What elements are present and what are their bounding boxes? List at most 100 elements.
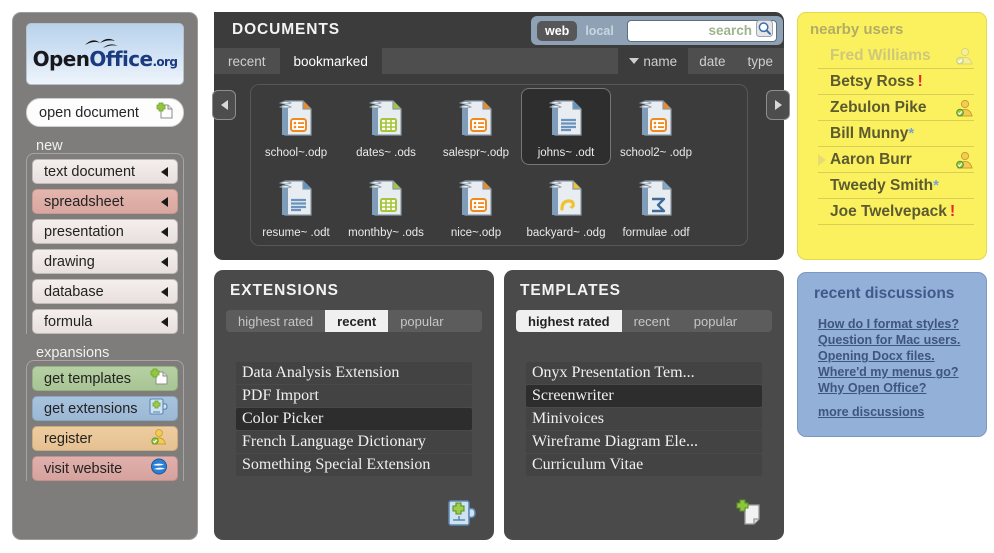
document-item[interactable]: salespr~.odp [431,88,521,165]
document-label: school2~ .odp [620,147,692,159]
search-input[interactable]: search [626,19,777,42]
nearby-user-name: Zebulon Pike [830,98,927,116]
expansions-group-label: expansions [36,345,110,361]
sidebar-item-drawing[interactable]: drawing [32,249,178,274]
logo-org: .org [152,54,178,69]
star-badge: * [908,125,915,142]
documents-next-button[interactable] [766,90,790,120]
sidebar-item-label: spreadsheet [44,193,124,210]
tab-popular[interactable]: popular [682,310,749,332]
extensions-panel: EXTENSIONS highest rated recent popular … [214,270,494,540]
extension-list-item[interactable]: Color Picker [236,408,472,430]
tab-highest-rated[interactable]: highest rated [516,310,622,332]
sidebar-item-visit-website[interactable]: visit website [32,456,178,481]
chevron-left-icon [161,316,168,327]
nearby-users-panel: nearby users Fred Williams Betsy Ross! Zeb… [797,12,987,260]
template-list-item[interactable]: Minivoices [526,408,762,430]
chevron-down-icon [629,58,640,64]
nearby-user-row[interactable]: Bill Munny * [818,121,974,147]
nearby-user-row[interactable]: Tweedy Smith * [818,173,974,199]
sidebar-item-get-extensions[interactable]: get extensions [32,396,178,421]
new-document-icon [155,102,173,123]
document-label: dates~ .ods [356,147,416,159]
globe-icon [150,458,168,479]
tab-recent[interactable]: recent [325,310,389,332]
document-item[interactable]: nice~.odp [431,168,521,245]
search-scope-local[interactable]: local [577,21,622,41]
documents-prev-button[interactable] [212,90,236,120]
alert-badge: ! [917,72,923,90]
document-item[interactable]: formulae .odf [611,168,701,245]
document-item[interactable]: monthby~ .ods [341,168,431,245]
document-item[interactable]: dates~ .ods [341,88,431,165]
document-label: salespr~.odp [442,147,510,159]
sidebar-item-label: register [44,430,93,447]
extension-list-item[interactable]: French Language Dictionary [236,431,472,453]
extension-list-item[interactable]: PDF Import [236,385,472,407]
documents-subbar: recent bookmarked name date type [214,48,784,74]
add-extension-icon[interactable] [446,498,478,528]
sidebar-item-spreadsheet[interactable]: spreadsheet [32,189,178,214]
document-label: resume~ .odt [262,227,330,239]
document-item[interactable]: backyard~ .odg [521,168,611,245]
nearby-users-list: Fred Williams Betsy Ross! Zebulon Pike Bill… [810,43,974,225]
document-item[interactable]: resume~ .odt [251,168,341,245]
file-icon-odf [636,180,676,223]
document-item[interactable]: johns~ .odt [521,88,611,165]
extension-list-item[interactable]: Data Analysis Extension [236,362,472,384]
tab-bookmarked[interactable]: bookmarked [279,48,382,74]
discussion-link[interactable]: Why Open Office? [818,381,970,395]
sidebar-item-formula[interactable]: formula [32,309,178,334]
extension-list-item[interactable]: Something Special Extension [236,454,472,476]
file-icon-ods [366,100,406,143]
nearby-user-row[interactable]: Joe Twelvepack! [818,199,974,225]
document-item[interactable]: school2~ .odp [611,88,701,165]
sidebar-item-database[interactable]: database [32,279,178,304]
search-scope-web[interactable]: web [537,20,578,41]
nearby-user-name: Aaron Burr [830,150,912,168]
add-template-icon[interactable] [736,498,768,528]
sidebar-item-presentation[interactable]: presentation [32,219,178,244]
tab-recent[interactable]: recent [214,48,280,74]
file-icon-odp [636,100,676,143]
nearby-user-row[interactable]: Zebulon Pike [818,95,974,121]
sidebar-item-label: formula [44,313,93,330]
search-bar: web local search [531,16,783,45]
discussion-link[interactable]: Where'd my menus go? [818,365,970,379]
document-label: formulae .odf [622,227,690,239]
discussion-link[interactable]: Opening Docx files. [818,349,970,363]
sidebar-item-get-templates[interactable]: get templates [32,366,178,391]
tab-recent[interactable]: recent [622,310,682,332]
tab-popular[interactable]: popular [388,310,455,332]
sort-by-date[interactable]: date [688,48,736,74]
tab-highest-rated[interactable]: highest rated [226,310,325,332]
nearby-user-row[interactable]: Aaron Burr [818,147,974,173]
discussion-link[interactable]: Question for Mac users. [818,333,970,347]
document-label: backyard~ .odg [526,227,606,239]
template-list-item[interactable]: Onyx Presentation Tem... [526,362,762,384]
template-list-item[interactable]: Wireframe Diagram Ele... [526,431,762,453]
nearby-user-row[interactable]: Fred Williams [818,43,974,69]
file-icon-odp [456,180,496,223]
discussion-link[interactable]: How do I format styles? [818,317,970,331]
arrow-left-icon [220,100,228,110]
templates-tabs: highest rated recent popular [516,310,772,332]
documents-panel: DOCUMENTS recent bookmarked name date ty… [214,12,784,260]
more-discussions-link[interactable]: more discussions [818,405,970,419]
sidebar-item-text-document[interactable]: text document [32,159,178,184]
discussions-links: How do I format styles? Question for Mac … [814,317,970,395]
sort-by-name[interactable]: name [618,48,689,74]
document-item[interactable]: school~.odp [251,88,341,165]
documents-row: school~.odp dates~ .ods salespr~.odp johns~… [251,85,747,165]
open-document-button[interactable]: open document [26,98,184,127]
template-list-item[interactable]: Curriculum Vitae [526,454,762,476]
document-label: monthby~ .ods [348,227,424,239]
document-label: johns~ .odt [537,147,595,159]
sort-by-type[interactable]: type [736,48,784,74]
documents-grid: school~.odp dates~ .ods salespr~.odp johns~… [250,84,748,246]
template-list-item[interactable]: Screenwriter [526,385,762,407]
sidebar-item-register[interactable]: register [32,426,178,451]
file-icon-odg [546,180,586,223]
nearby-user-row[interactable]: Betsy Ross! [818,69,974,95]
magnifier-icon[interactable] [756,19,773,42]
